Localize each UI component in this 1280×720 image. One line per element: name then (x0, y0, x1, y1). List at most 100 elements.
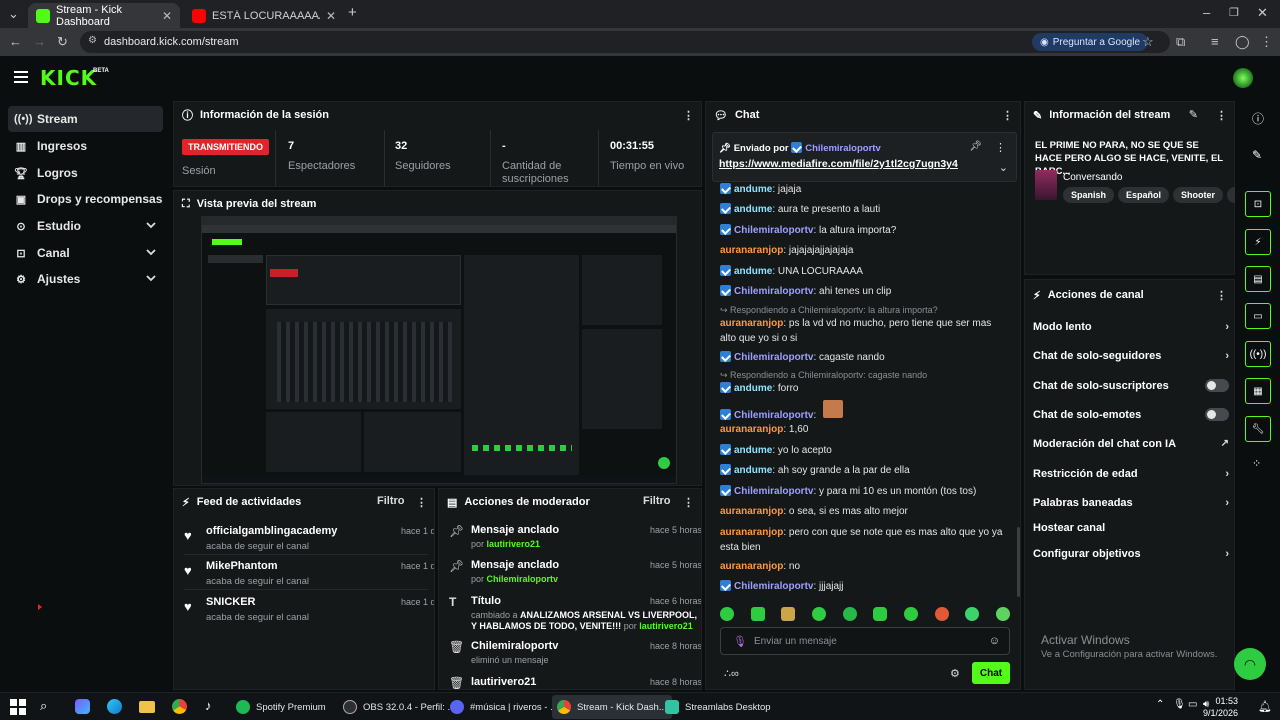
chat-message[interactable]: andume: ah soy grande a la par de ella (720, 463, 1010, 478)
forward-icon[interactable]: → (33, 35, 46, 49)
kebab-menu-icon[interactable]: ⋮ (1216, 109, 1227, 122)
layout-icon[interactable]: ▦ (1245, 378, 1271, 404)
kick-points-icon[interactable]: ∴∞ (724, 667, 739, 680)
sidebar-item-estudio[interactable]: ⊙ Estudio (8, 213, 163, 239)
microphone-icon[interactable]: 🎙︎ (1173, 699, 1186, 710)
chat-message[interactable]: auranaranjop: ps la vd vd no mucho, pero… (720, 316, 1010, 346)
taskbar-app-spotify[interactable]: Spotify Premium (231, 695, 331, 719)
chat-message[interactable]: Chilemiraloportv: jjjajajj (720, 579, 1010, 594)
tray-chevron-icon[interactable]: ⌃ (1156, 699, 1164, 710)
feed-filter-button[interactable]: Filtro (377, 495, 405, 507)
sidebar-item-drops[interactable]: ▣ Drops y recompensas (8, 186, 163, 212)
windows-start-icon[interactable] (10, 699, 26, 715)
tag[interactable]: Español (1118, 187, 1170, 203)
close-tab-icon[interactable]: ✕ (326, 9, 336, 23)
tag[interactable]: Spanish (1063, 187, 1115, 203)
extensions-icon[interactable]: ⧉ (1176, 35, 1185, 49)
chevron-down-icon[interactable]: ⌄ (999, 161, 1008, 174)
emote-button[interactable] (995, 607, 1010, 621)
back-icon[interactable]: ← (9, 35, 22, 49)
chat-message[interactable]: andume: forro (720, 381, 1010, 396)
profile-icon[interactable]: ◯ (1235, 35, 1250, 49)
address-bar[interactable]: ⚙ dashboard.kick.com/stream (80, 31, 1170, 53)
notifications-icon[interactable]: 🔔︎ (1258, 700, 1272, 713)
site-info-icon[interactable]: ⚙ (88, 35, 97, 46)
sidebar-item-logros[interactable]: 🏆︎ Logros (8, 160, 163, 186)
browser-tab-youtube[interactable]: ESTÁ LOCURAAAAAAAAAAAAA ✕ (184, 3, 344, 28)
emote-button[interactable] (903, 607, 918, 621)
unpin-icon[interactable]: 📌︎ (969, 141, 982, 152)
category-name[interactable]: Conversando (1063, 172, 1122, 183)
wrench-icon[interactable]: 🔧︎ (1245, 416, 1271, 442)
pinned-link[interactable]: https://www.mediafire.com/file/2y1tl2cg7… (719, 158, 958, 170)
emote-button[interactable] (811, 607, 826, 621)
taskbar-app-obs[interactable]: OBS 32.0.4 - Perfil: ... (338, 695, 460, 719)
chat-message[interactable]: Chilemiraloportv: la altura importa? (720, 223, 1010, 238)
emote-button[interactable] (934, 607, 949, 621)
chat-bubble-icon[interactable]: ▭ (1245, 303, 1271, 329)
mod-filter-button[interactable]: Filtro (643, 495, 671, 507)
media-control-icon[interactable]: ≡ (1211, 35, 1219, 49)
subs-only-item[interactable]: Chat de solo-suscriptores (1033, 379, 1229, 392)
goals-item[interactable]: Configurar objetivos › (1033, 548, 1229, 560)
chat-scrollbar[interactable] (1017, 527, 1020, 597)
hamburger-menu-icon[interactable] (14, 71, 28, 83)
age-restriction-item[interactable]: Restricción de edad › (1033, 468, 1229, 480)
chat-message[interactable]: auranaranjop: o sea, si es mas alto mejo… (720, 504, 1010, 519)
emoji-picker-icon[interactable]: ☺ (989, 635, 1000, 647)
chat-input[interactable]: 🎙︎ Enviar un mensaje ☺ (720, 627, 1010, 655)
emote-button[interactable] (720, 607, 734, 621)
emotes-only-item[interactable]: Chat de solo-emotes (1033, 408, 1229, 421)
taskbar-app-streamlabs[interactable]: Streamlabs Desktop (660, 695, 776, 719)
chat-message[interactable]: andume: aura te presento a lauti (720, 202, 1010, 217)
chat-message[interactable]: auranaranjop: 1,60 (720, 422, 1010, 437)
kebab-menu-icon[interactable]: ⋮ (1216, 289, 1227, 302)
avatar[interactable] (1233, 68, 1253, 88)
subs-only-toggle[interactable] (1205, 379, 1229, 392)
new-tab-icon[interactable]: + (348, 5, 357, 20)
kebab-menu-icon[interactable]: ⋮ (683, 109, 694, 122)
chat-message[interactable]: auranaranjop: no (720, 559, 1010, 574)
stream-preview-video[interactable] (201, 216, 677, 484)
bookmark-star-icon[interactable]: ☆ (1142, 35, 1154, 49)
close-window-icon[interactable]: ✕ (1257, 6, 1268, 20)
reload-icon[interactable]: ↻ (57, 35, 68, 49)
kebab-menu-icon[interactable]: ⋮ (416, 496, 427, 509)
sidebar-item-stream[interactable]: ((•)) Stream (8, 106, 163, 132)
tag[interactable]: Shooter (1173, 187, 1224, 203)
emote-button[interactable] (965, 607, 980, 621)
emote-button[interactable] (873, 607, 888, 621)
emote-button[interactable] (750, 607, 765, 621)
browser-tab-kick[interactable]: Stream - Kick Dashboard ✕ (28, 3, 180, 28)
bolt-icon[interactable]: ⚡︎ (1245, 229, 1271, 255)
chat-message[interactable]: auranaranjop: jajajajajjajajaja (720, 243, 1010, 258)
mod-user-link[interactable]: lautirivero21 (639, 621, 693, 631)
chat-message[interactable]: andume: yo lo acepto (720, 443, 1010, 458)
tag[interactable]: chill (1227, 187, 1235, 203)
kebab-menu-icon[interactable]: ⋮ (995, 141, 1006, 154)
close-tab-icon[interactable]: ✕ (162, 9, 172, 23)
ai-moderation-item[interactable]: Moderación del chat con IA ↗ (1033, 438, 1229, 450)
emote-button[interactable] (781, 607, 796, 621)
minimize-icon[interactable]: – (1203, 6, 1210, 20)
info-icon[interactable]: ⓘ (1252, 110, 1264, 127)
mod-user-link[interactable]: lautirivero21 (487, 539, 541, 549)
chat-message[interactable]: Chilemiraloportv: y para mi 10 es un mon… (720, 484, 1010, 499)
sidebar-item-ajustes[interactable]: ⚙ Ajustes (8, 266, 163, 292)
followers-only-item[interactable]: Chat de solo-seguidores › (1033, 350, 1229, 362)
broadcast-icon[interactable]: ((•)) (1245, 341, 1271, 367)
tiktok-icon[interactable]: ♪ (205, 698, 212, 713)
support-chat-button[interactable]: ◠ (1234, 648, 1266, 680)
edit-icon[interactable]: ✎ (1189, 108, 1198, 121)
emote-button[interactable] (842, 607, 857, 621)
mod-user-link[interactable]: Chilemiraloportv (487, 574, 559, 584)
sidebar-item-ingresos[interactable]: ▥ Ingresos (8, 133, 163, 159)
sidebar-item-canal[interactable]: ⊡ Canal (8, 240, 163, 266)
clock-time[interactable]: 01:53 (1212, 696, 1238, 706)
copilot-icon[interactable] (75, 699, 90, 714)
taskbar-app-kick[interactable]: Stream - Kick Dash... (552, 695, 672, 719)
file-explorer-icon[interactable] (139, 701, 155, 713)
slow-mode-item[interactable]: Modo lento › (1033, 321, 1229, 333)
microphone-icon[interactable]: 🎙︎ (733, 635, 747, 648)
clock-date[interactable]: 9/1/2026 (1200, 708, 1238, 718)
